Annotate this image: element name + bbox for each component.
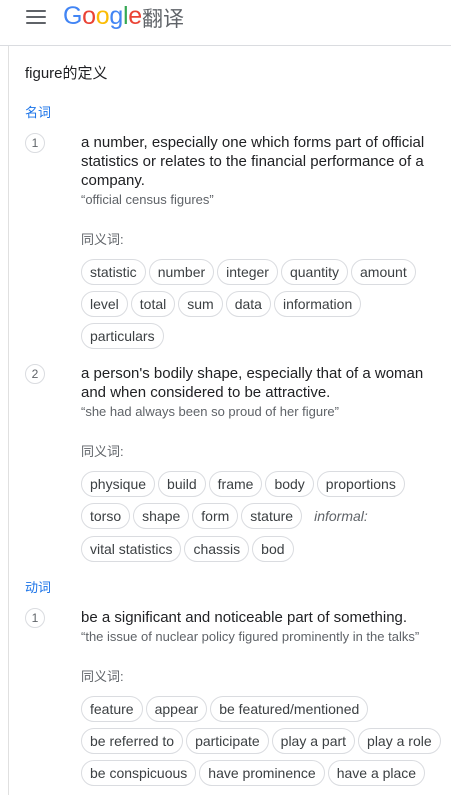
- synonym-chip[interactable]: shape: [133, 503, 190, 529]
- sense-number: 2: [25, 364, 45, 384]
- synonym-chip[interactable]: data: [225, 291, 271, 317]
- synonym-chip[interactable]: torso: [81, 503, 131, 529]
- sense-number: 1: [25, 133, 45, 153]
- synonym-chip[interactable]: number: [148, 259, 215, 285]
- logo-letter: G: [63, 2, 83, 30]
- register-label: informal:: [314, 508, 368, 524]
- synonyms-label: 同义词:: [81, 232, 124, 247]
- sense-noun-1: a number, especially one which forms par…: [81, 133, 451, 355]
- logo-letter: o: [95, 2, 110, 30]
- synonym-chip[interactable]: sum: [178, 291, 223, 317]
- synonym-chip[interactable]: level: [81, 291, 128, 317]
- synonym-chips: feature appear be featured/mentioned be ref…: [81, 696, 451, 792]
- synonym-chip[interactable]: participate: [186, 728, 269, 754]
- sense-example: “she had always been so proud of her fig…: [81, 404, 339, 419]
- synonym-chip[interactable]: integer: [217, 259, 278, 285]
- hamburger-menu-icon[interactable]: [26, 10, 46, 24]
- sense-verb-1: be a significant and noticeable part of …: [81, 608, 451, 792]
- sense-gloss: be a significant and noticeable part of …: [81, 609, 408, 626]
- pos-label-verb: 动词: [25, 580, 52, 595]
- synonym-chip[interactable]: physique: [81, 471, 156, 497]
- logo-letter: o: [82, 2, 96, 30]
- synonym-chip[interactable]: proportions: [316, 471, 405, 497]
- top-app-bar: Google 翻译: [0, 0, 451, 46]
- content-divider: [8, 46, 9, 795]
- synonym-chip[interactable]: bod: [252, 536, 294, 562]
- synonym-chip[interactable]: play a part: [271, 728, 356, 754]
- synonym-chip[interactable]: feature: [81, 696, 143, 722]
- synonym-chip[interactable]: play a role: [358, 728, 441, 754]
- synonym-chip[interactable]: total: [130, 291, 176, 317]
- synonym-chip[interactable]: body: [265, 471, 314, 497]
- synonym-chip[interactable]: chassis: [184, 536, 250, 562]
- google-logo[interactable]: Google: [63, 2, 142, 31]
- synonym-chip[interactable]: have prominence: [199, 760, 325, 786]
- synonym-chips: statistic number integer quantity amount leve…: [81, 259, 451, 355]
- synonym-chip[interactable]: appear: [145, 696, 208, 722]
- definition-heading: figure的定义: [25, 65, 108, 82]
- synonym-chip[interactable]: stature: [241, 503, 303, 529]
- sense-example: “official census figures”: [81, 192, 214, 207]
- synonyms-label: 同义词:: [81, 444, 124, 459]
- product-name: 翻译: [142, 8, 184, 31]
- synonyms-label: 同义词:: [81, 669, 124, 684]
- synonym-chip[interactable]: statistic: [81, 259, 146, 285]
- sense-example: “the issue of nuclear policy figured pro…: [81, 629, 420, 644]
- synonym-chip[interactable]: amount: [351, 259, 416, 285]
- sense-noun-2: a person's bodily shape, especially that…: [81, 364, 451, 568]
- synonym-chip[interactable]: quantity: [280, 259, 349, 285]
- logo-letter: g: [109, 2, 123, 30]
- pos-label-noun: 名词: [25, 105, 52, 120]
- synonym-chip[interactable]: vital statistics: [81, 536, 182, 562]
- synonym-chip[interactable]: form: [192, 503, 239, 529]
- synonym-chip[interactable]: information: [273, 291, 362, 317]
- sense-number: 1: [25, 608, 45, 628]
- synonym-chip[interactable]: build: [158, 471, 206, 497]
- synonym-chip[interactable]: be featured/mentioned: [210, 696, 369, 722]
- synonym-chip[interactable]: particulars: [81, 323, 164, 349]
- synonym-chip[interactable]: be conspicuous: [81, 760, 197, 786]
- sense-gloss: a person's bodily shape, especially that…: [81, 365, 424, 401]
- sense-gloss: a number, especially one which forms par…: [81, 134, 425, 189]
- synonym-chips: physique build frame body proportions torso sh…: [81, 471, 451, 568]
- synonym-chip[interactable]: be referred to: [81, 728, 184, 754]
- logo-letter: e: [128, 2, 142, 30]
- synonym-chip[interactable]: frame: [208, 471, 263, 497]
- synonym-chip[interactable]: have a place: [327, 760, 426, 786]
